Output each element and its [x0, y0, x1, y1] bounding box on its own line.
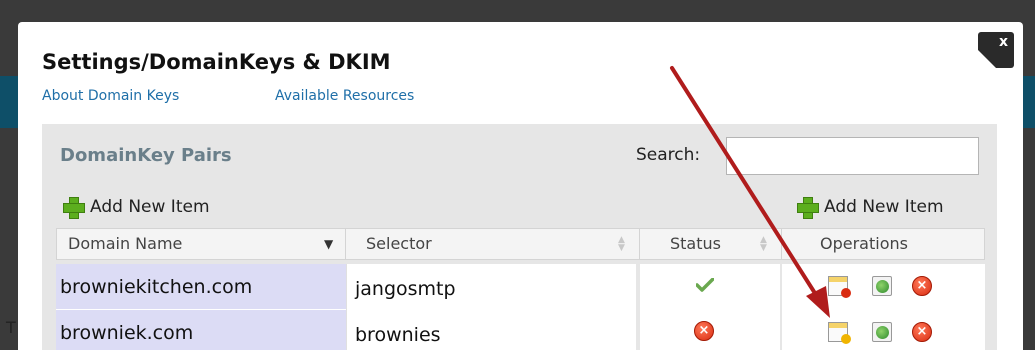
column-header-status[interactable]: Status ▲ ▼ — [640, 228, 782, 260]
panel-title: DomainKey Pairs — [60, 145, 232, 166]
close-button-corner — [978, 50, 996, 68]
column-header-operations: Operations — [782, 228, 985, 260]
doc-badge — [841, 334, 851, 344]
column-header-label: Selector — [366, 234, 432, 253]
column-header-label: Domain Name — [68, 234, 183, 253]
edit-doc-icon[interactable] — [828, 276, 851, 298]
column-header-domain-name[interactable]: Domain Name ▼ — [56, 228, 346, 260]
plus-icon — [62, 196, 85, 219]
doc-badge — [841, 288, 851, 298]
doc-header-bar — [829, 277, 847, 282]
table-row-selector-cell: jangosmtp — [346, 264, 636, 310]
dialog-title: Settings/DomainKeys & DKIM — [42, 50, 391, 74]
delete-icon[interactable]: × — [912, 276, 932, 296]
doc-header-bar — [829, 323, 847, 328]
delete-icon[interactable]: × — [912, 322, 932, 342]
table-row-status-cell: × — [640, 310, 780, 350]
globe-icon[interactable] — [872, 276, 892, 296]
add-new-item-label: Add New Item — [90, 197, 210, 217]
sort-descending-icon: ▼ — [324, 237, 334, 251]
edit-doc-icon[interactable] — [828, 322, 851, 344]
check-icon — [696, 278, 714, 292]
plus-icon — [796, 196, 819, 219]
sort-arrows-icon: ▲ ▼ — [760, 235, 767, 253]
table-row-domain-cell: browniekitchen.com — [56, 264, 346, 310]
close-icon: x — [998, 34, 1008, 50]
column-header-label: Operations — [820, 234, 908, 253]
column-header-selector[interactable]: Selector ▲ ▼ — [346, 228, 640, 260]
table-row-domain-cell: browniek.com — [56, 310, 346, 350]
table-row-operations-cell: × — [782, 264, 985, 310]
available-resources-link[interactable]: Available Resources — [275, 88, 414, 104]
x-icon: × — [694, 321, 714, 341]
background-stray-text: T — [6, 318, 16, 337]
about-domain-keys-link[interactable]: About Domain Keys — [42, 88, 179, 104]
table-row-operations-cell: × — [782, 310, 985, 350]
globe-graphic — [876, 326, 889, 339]
sort-arrows-icon: ▲ ▼ — [618, 235, 625, 253]
column-header-label: Status — [670, 234, 721, 253]
globe-graphic — [876, 280, 889, 293]
search-input[interactable] — [726, 137, 979, 175]
globe-icon[interactable] — [872, 322, 892, 342]
add-new-item-label: Add New Item — [824, 197, 944, 217]
search-label: Search: — [636, 145, 701, 165]
add-new-item-button-left[interactable]: Add New Item — [62, 196, 210, 219]
close-dialog-button[interactable]: x — [978, 32, 1014, 68]
add-new-item-button-right[interactable]: Add New Item — [796, 196, 944, 219]
table-row-selector-cell: brownies — [346, 310, 636, 350]
table-row-status-cell — [640, 264, 780, 310]
